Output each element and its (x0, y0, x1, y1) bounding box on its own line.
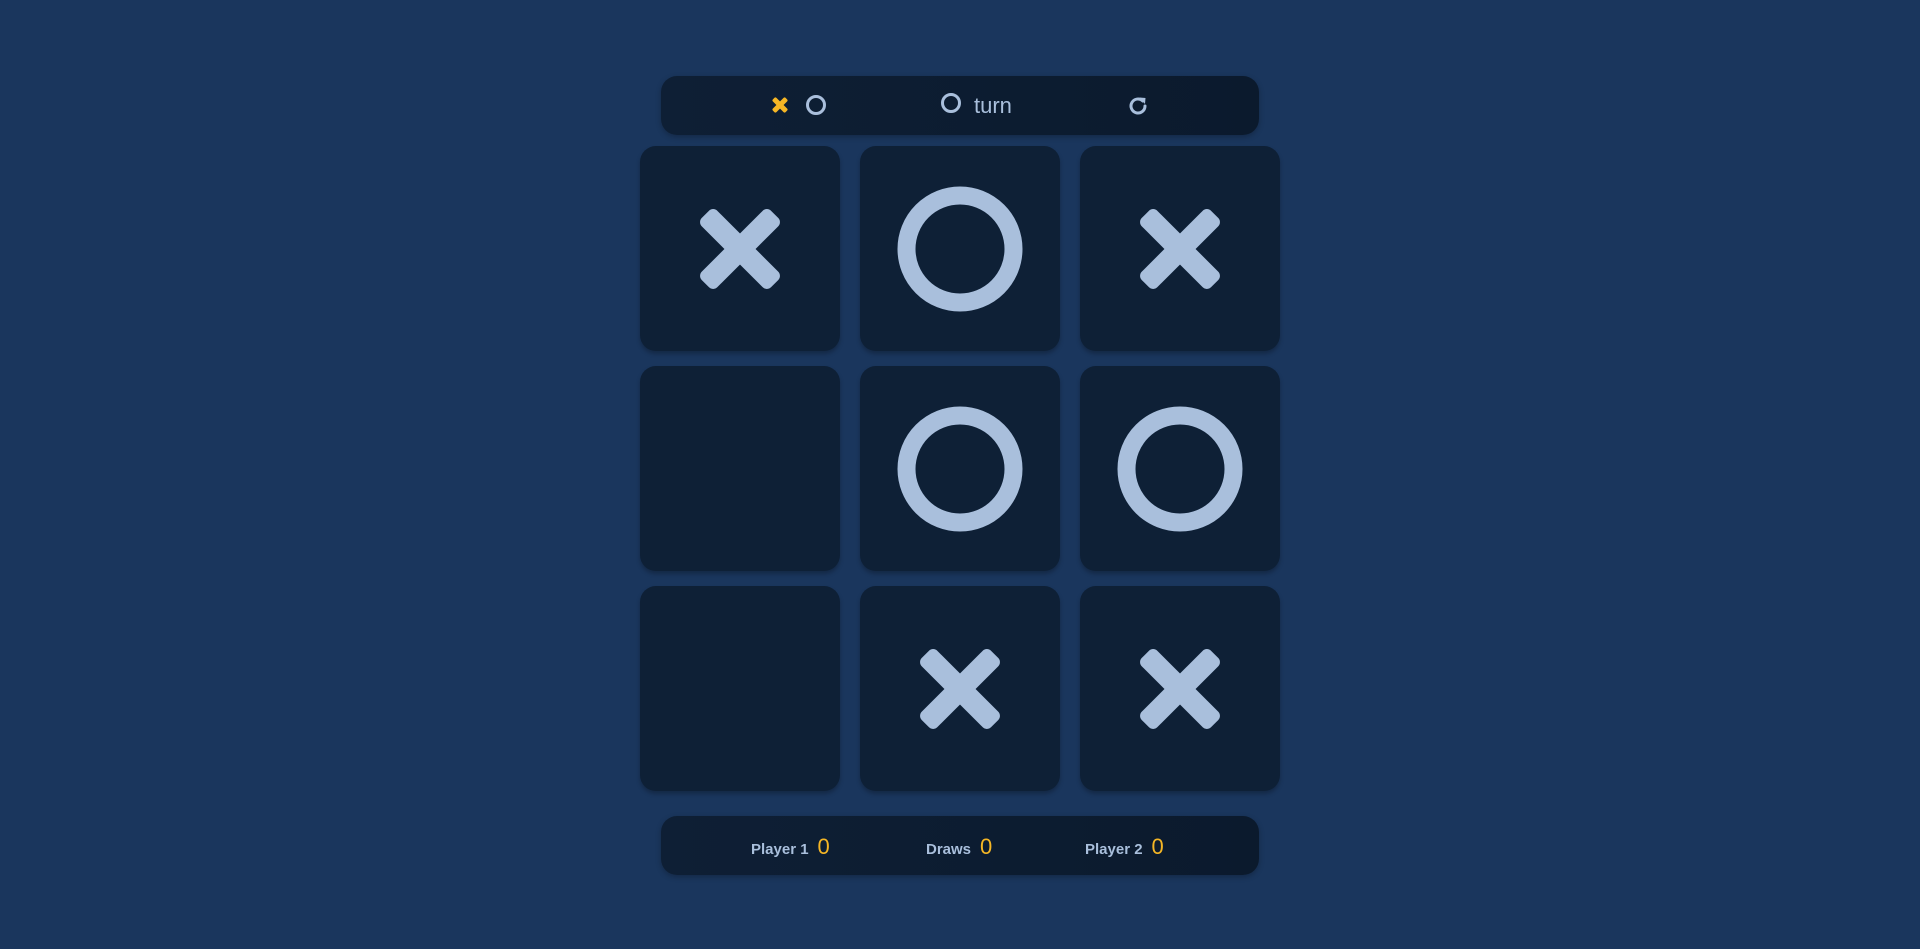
score-label: Player 2 (1085, 841, 1143, 858)
score-value: 0 (980, 834, 993, 859)
game-board (640, 146, 1280, 791)
turn-indicator: turn (940, 92, 1012, 120)
score-player-2: Player 2 0 (1085, 834, 1164, 860)
reset-button[interactable] (1125, 93, 1151, 119)
x-icon (911, 640, 1009, 738)
score-player-1: Player 1 0 (751, 834, 830, 860)
o-icon (897, 406, 1023, 532)
board-cell[interactable] (1080, 146, 1280, 351)
x-icon (1131, 200, 1229, 298)
o-icon (805, 94, 827, 121)
board-cell[interactable] (860, 146, 1060, 351)
x-icon (691, 200, 789, 298)
scoreboard: Player 1 0 Draws 0 Player 2 0 (661, 816, 1259, 875)
turn-label: turn (974, 93, 1012, 118)
score-label: Player 1 (751, 841, 809, 858)
player-marks (771, 94, 827, 121)
tic-tac-toe-app: turn Player 1 0 Draws 0 Player 2 0 (0, 0, 1920, 949)
score-draws: Draws 0 (926, 834, 992, 860)
board-cell[interactable] (860, 366, 1060, 571)
o-icon (1117, 406, 1243, 532)
x-icon (771, 96, 789, 119)
board-cell[interactable] (1080, 366, 1280, 571)
board-cell[interactable] (1080, 586, 1280, 791)
board-cell[interactable] (640, 586, 840, 791)
x-icon (1131, 640, 1229, 738)
score-value: 0 (817, 834, 830, 859)
o-icon (897, 186, 1023, 312)
score-label: Draws (926, 841, 972, 858)
game-header: turn (661, 76, 1259, 135)
refresh-icon (1125, 97, 1151, 123)
board-cell[interactable] (640, 146, 840, 351)
score-value: 0 (1151, 834, 1164, 859)
board-cell[interactable] (860, 586, 1060, 791)
board-cell[interactable] (640, 366, 840, 571)
o-icon (940, 92, 962, 120)
